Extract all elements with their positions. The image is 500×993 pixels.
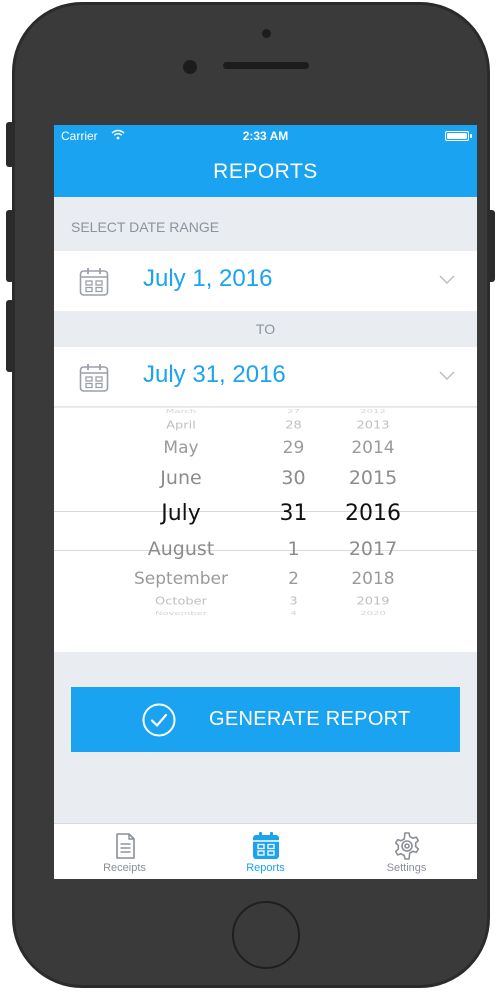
power-button	[487, 210, 495, 282]
picker-day-option[interactable]: 4	[266, 611, 321, 617]
picker-month-option[interactable]: October	[99, 596, 263, 606]
tab-receipts[interactable]: Receipts	[54, 824, 195, 879]
picker-month-option[interactable]: April	[99, 420, 263, 430]
picker-day-option[interactable]: 27	[266, 409, 321, 415]
picker-day-option[interactable]: 3	[266, 596, 321, 606]
battery-icon	[445, 131, 472, 141]
picker-month-option[interactable]: March	[99, 409, 263, 415]
generate-report-label: GENERATE REPORT	[209, 708, 411, 730]
chevron-down-icon[interactable]	[439, 371, 455, 381]
picker-day-option[interactable]: 2	[266, 570, 321, 588]
calendar-icon	[79, 268, 109, 296]
status-time: 2:33 AM	[242, 129, 289, 143]
picker-year-option[interactable]: 2018	[334, 570, 412, 588]
picker-year-option[interactable]: 2013	[334, 420, 412, 430]
date-range-section-label: SELECT DATE RANGE	[71, 219, 220, 235]
tab-reports[interactable]: Reports	[195, 824, 336, 879]
picker-day-option[interactable]: 28	[266, 420, 321, 430]
start-date-row[interactable]: July 1, 2016	[54, 251, 477, 311]
tab-settings-label: Settings	[386, 862, 427, 874]
tab-receipts-label: Receipts	[103, 862, 146, 874]
date-picker-wheel[interactable]: March April May June July August September Octo…	[54, 408, 477, 652]
calendar-icon	[253, 832, 279, 859]
gear-icon	[394, 832, 420, 860]
checkmark-circle-icon	[142, 703, 176, 737]
start-date-value: July 1, 2016	[143, 265, 273, 292]
front-camera	[183, 60, 197, 74]
picker-day-option[interactable]: 30	[266, 468, 321, 488]
earpiece	[223, 62, 309, 69]
picker-year-option[interactable]: 2015	[334, 468, 412, 488]
generate-report-button[interactable]: GENERATE REPORT	[71, 687, 460, 752]
to-separator: TO	[255, 321, 276, 337]
page-title: REPORTS	[54, 147, 477, 197]
picker-year-option[interactable]: 2012	[334, 409, 412, 415]
end-date-row[interactable]: July 31, 2016	[54, 347, 477, 407]
picker-month-option[interactable]: May	[99, 439, 263, 457]
picker-month-option[interactable]: September	[99, 570, 263, 588]
picker-month-option[interactable]: June	[99, 468, 263, 488]
end-date-value: July 31, 2016	[143, 361, 286, 388]
volume-up-button	[6, 210, 14, 282]
chevron-down-icon[interactable]	[439, 275, 455, 285]
picker-month-option[interactable]: August	[99, 539, 263, 559]
picker-year-option[interactable]: 2017	[334, 539, 412, 559]
picker-month-option[interactable]: July	[99, 503, 263, 525]
phone-frame: Carrier 2:33 AM REPORTS SELECT DATE RANG…	[12, 2, 490, 988]
mute-switch	[6, 122, 14, 167]
tab-bar: Receipts Reports Settings	[54, 823, 477, 879]
app-screen: Carrier 2:33 AM REPORTS SELECT DATE RANG…	[54, 125, 477, 879]
picker-year-option[interactable]: 2020	[334, 611, 412, 617]
volume-down-button	[6, 300, 14, 372]
tab-reports-label: Reports	[246, 862, 285, 874]
receipt-icon	[116, 833, 135, 859]
picker-day-option[interactable]: 29	[266, 439, 321, 457]
status-bar: Carrier 2:33 AM	[54, 125, 477, 147]
picker-day-option[interactable]: 1	[266, 539, 321, 559]
picker-year-option[interactable]: 2019	[334, 596, 412, 606]
front-sensor	[262, 29, 271, 38]
picker-year-option[interactable]: 2014	[334, 439, 412, 457]
picker-day-option[interactable]: 31	[266, 503, 321, 525]
picker-year-option[interactable]: 2016	[334, 503, 412, 525]
home-button[interactable]	[232, 901, 300, 969]
picker-month-option[interactable]: November	[99, 611, 263, 617]
calendar-icon	[79, 364, 109, 392]
tab-settings[interactable]: Settings	[336, 824, 477, 879]
